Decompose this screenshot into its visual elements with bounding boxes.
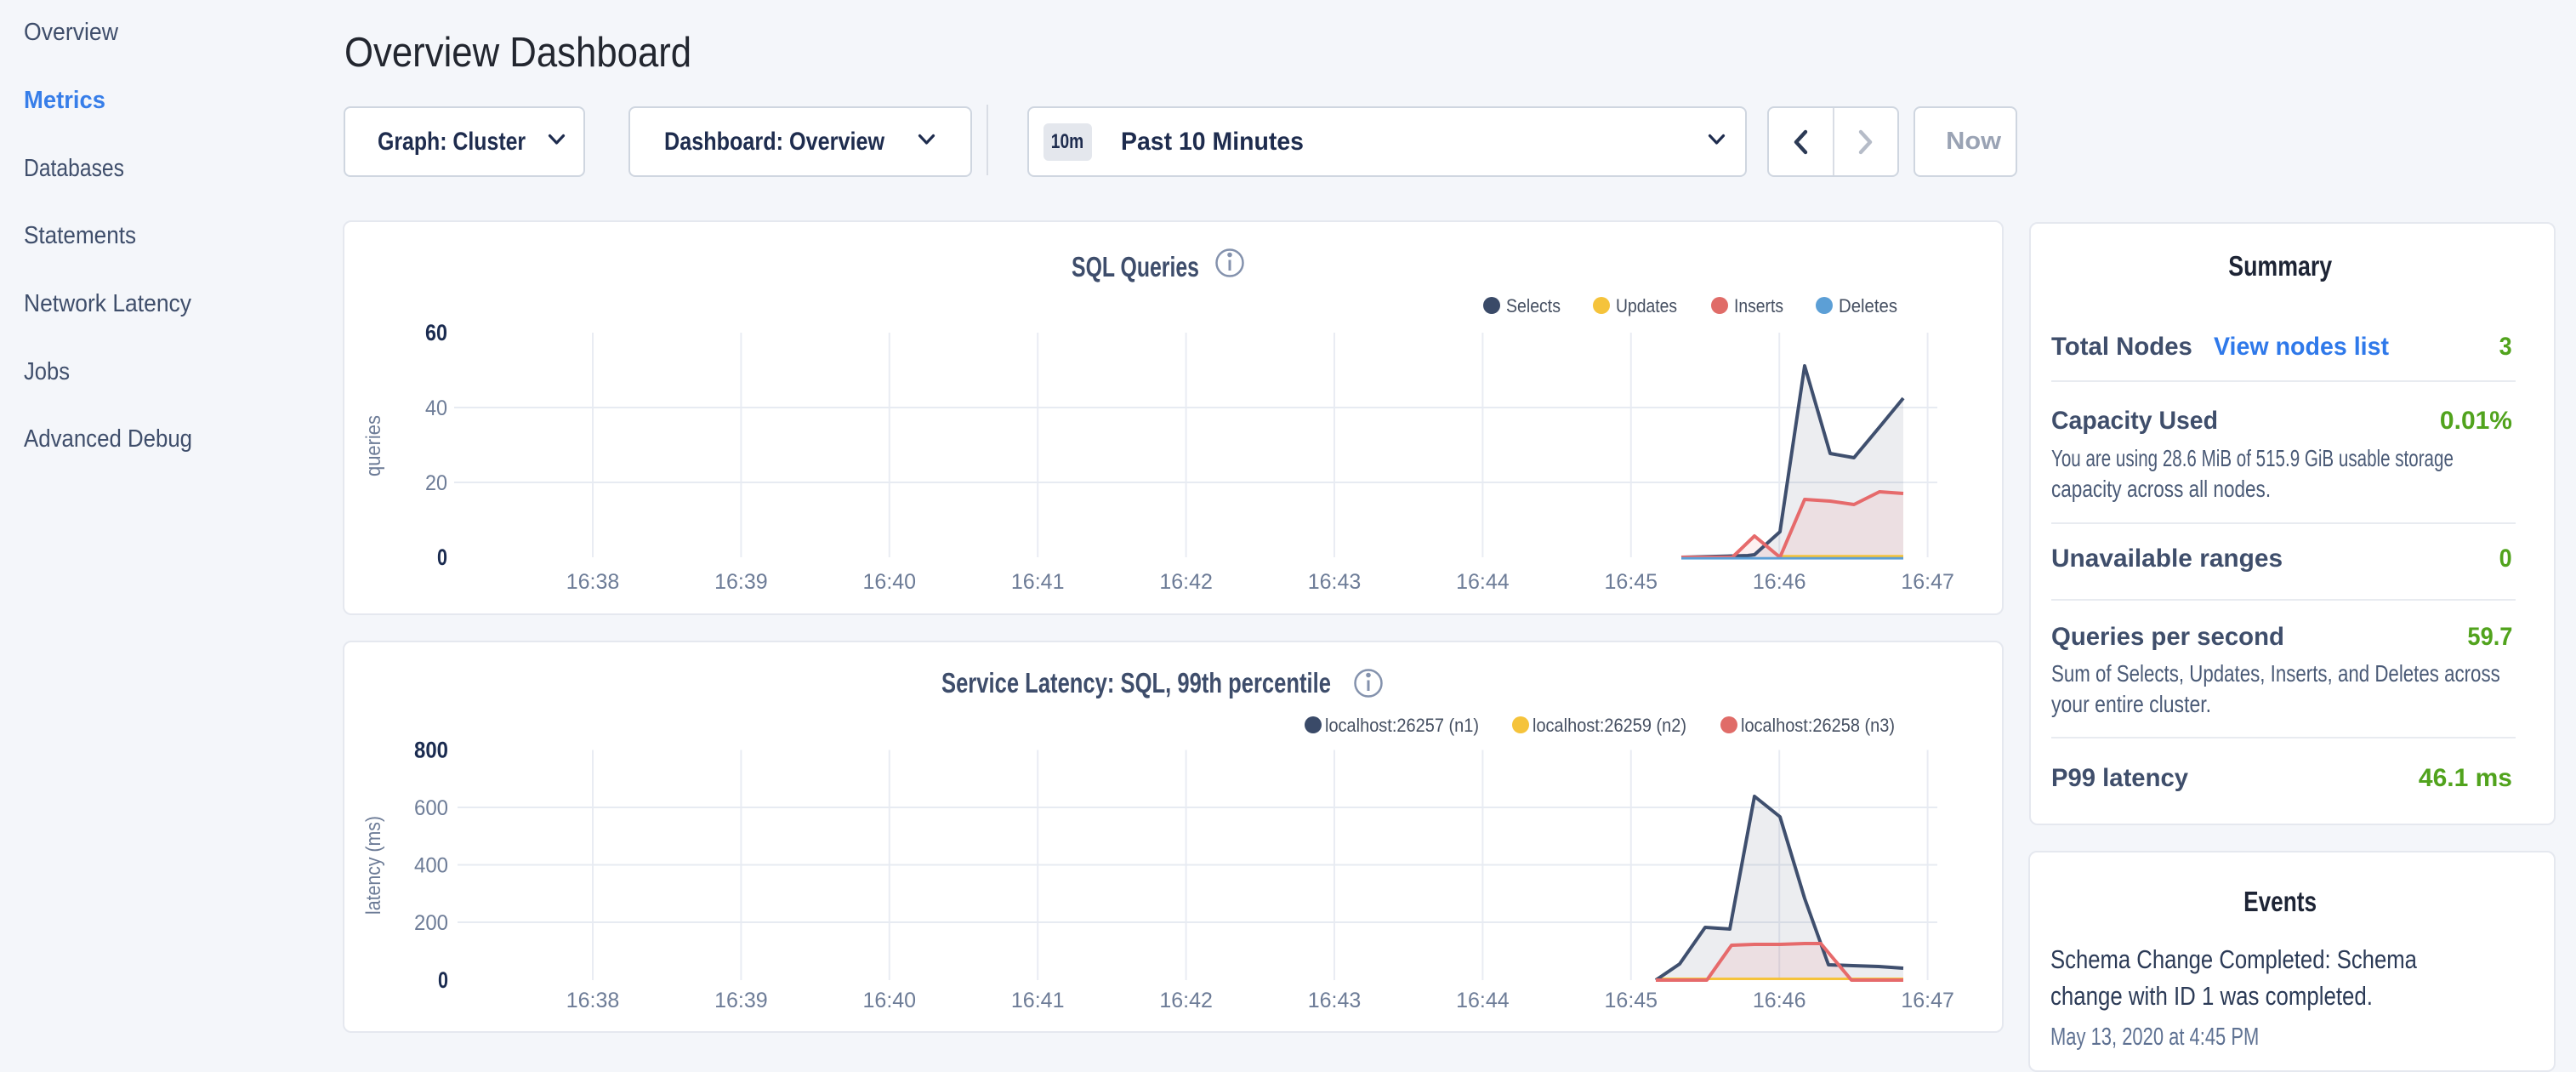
svg-text:16:41: 16:41: [1011, 989, 1065, 1012]
svg-text:16:38: 16:38: [566, 570, 620, 594]
svg-text:400: 400: [414, 854, 448, 878]
svg-text:0: 0: [437, 545, 447, 570]
svg-text:Inserts: Inserts: [1734, 295, 1783, 316]
svg-text:16:44: 16:44: [1456, 570, 1510, 594]
svg-text:60: 60: [425, 320, 447, 345]
svg-text:localhost:26259 (n2): localhost:26259 (n2): [1533, 715, 1686, 736]
svg-text:Service Latency: SQL, 99th per: Service Latency: SQL, 99th percentile: [941, 667, 1331, 699]
svg-text:Deletes: Deletes: [1839, 295, 1897, 316]
svg-text:16:43: 16:43: [1308, 570, 1362, 594]
svg-text:16:41: 16:41: [1011, 570, 1065, 594]
svg-text:16:46: 16:46: [1753, 570, 1806, 594]
svg-text:16:44: 16:44: [1456, 989, 1510, 1012]
svg-text:40: 40: [425, 396, 447, 420]
svg-text:16:43: 16:43: [1308, 989, 1362, 1012]
svg-text:16:47: 16:47: [1901, 989, 1954, 1012]
svg-text:16:40: 16:40: [863, 570, 917, 594]
svg-text:Selects: Selects: [1506, 295, 1561, 316]
svg-text:latency (ms): latency (ms): [362, 816, 385, 915]
svg-text:localhost:26258 (n3): localhost:26258 (n3): [1741, 715, 1895, 736]
svg-text:20: 20: [425, 471, 447, 495]
svg-text:600: 600: [414, 796, 448, 820]
svg-text:16:40: 16:40: [863, 989, 917, 1012]
svg-text:SQL Queries: SQL Queries: [1072, 251, 1199, 282]
svg-text:localhost:26257 (n1): localhost:26257 (n1): [1325, 715, 1479, 736]
svg-text:800: 800: [414, 738, 448, 763]
svg-text:16:39: 16:39: [714, 989, 768, 1012]
svg-text:200: 200: [414, 911, 448, 935]
svg-text:16:45: 16:45: [1605, 989, 1658, 1012]
svg-text:16:39: 16:39: [714, 570, 768, 594]
svg-text:16:42: 16:42: [1159, 570, 1213, 594]
svg-text:Updates: Updates: [1616, 295, 1677, 316]
svg-text:16:45: 16:45: [1605, 570, 1658, 594]
svg-text:0: 0: [438, 967, 448, 993]
svg-text:16:38: 16:38: [566, 989, 620, 1012]
svg-text:16:47: 16:47: [1901, 570, 1954, 594]
svg-text:queries: queries: [362, 415, 385, 476]
svg-text:16:46: 16:46: [1753, 989, 1806, 1012]
svg-text:16:42: 16:42: [1159, 989, 1213, 1012]
